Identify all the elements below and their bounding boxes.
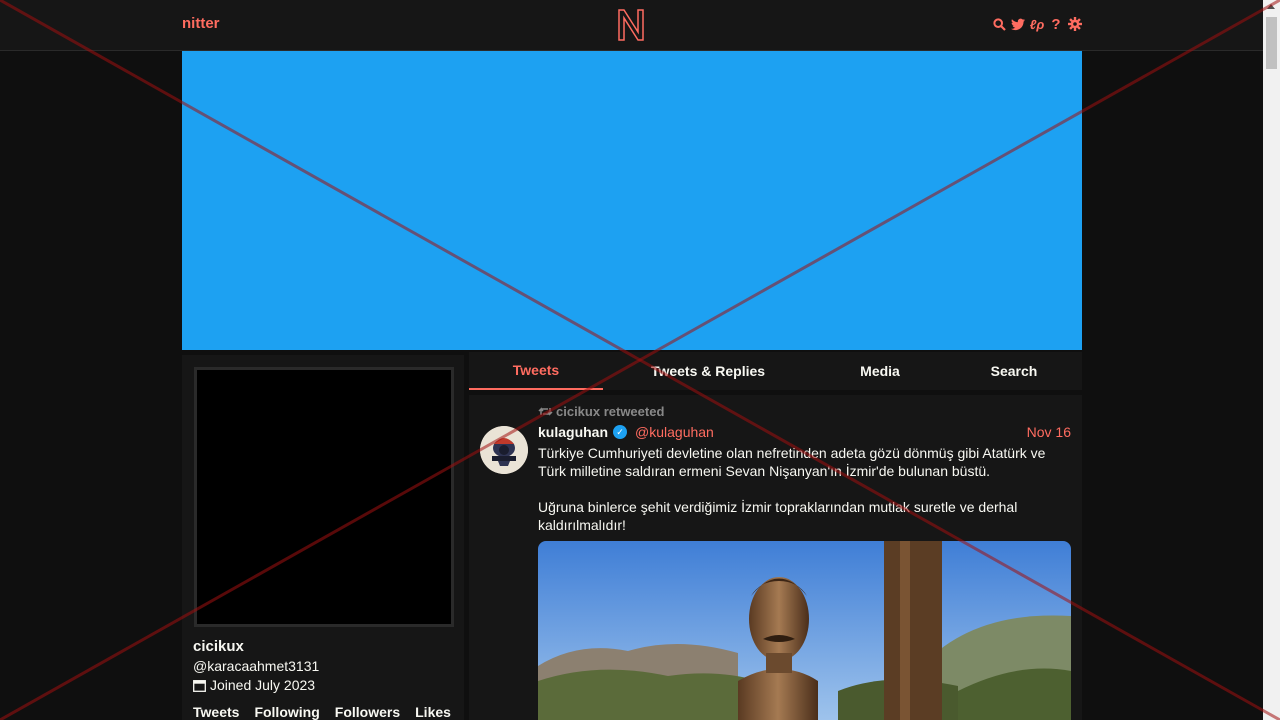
tab-media[interactable]: Media (841, 352, 919, 390)
scroll-up-arrow-icon[interactable] (1267, 4, 1275, 9)
profile-avatar[interactable] (194, 367, 454, 627)
timeline: cicikux retweeted kulaguhan ✓ @kulaguhan… (469, 395, 1082, 720)
help-icon[interactable]: ? (1049, 16, 1063, 33)
stat-likes-label[interactable]: Likes (415, 704, 451, 720)
gear-icon[interactable] (1068, 16, 1082, 32)
tab-tweets[interactable]: Tweets (469, 352, 603, 390)
tweet-header: kulaguhan ✓ @kulaguhan (538, 424, 714, 440)
profile-username[interactable]: @karacaahmet3131 (193, 658, 319, 674)
profile-stats: Tweets Following Followers Likes (193, 704, 451, 720)
scrollbar[interactable] (1263, 0, 1280, 720)
profile-joindate-text: Joined July 2023 (210, 677, 316, 693)
twitter-bird-icon[interactable] (1011, 16, 1025, 32)
nav-brand-link[interactable]: nitter (182, 15, 220, 32)
retweet-header: cicikux retweeted (538, 404, 664, 419)
stat-followers-label[interactable]: Followers (335, 704, 400, 720)
tweet-image[interactable] (538, 541, 1071, 720)
stat-tweets-label[interactable]: Tweets (193, 704, 239, 720)
tweet-avatar[interactable] (480, 426, 528, 474)
retweet-icon (538, 407, 553, 416)
verified-badge-icon: ✓ (613, 425, 628, 439)
tweet-paragraph: Uğruna binlerce şehit verdiğimiz İzmir t… (538, 499, 1018, 533)
rss-icon[interactable]: ℓρ (1030, 16, 1045, 32)
scrollbar-thumb[interactable] (1266, 17, 1277, 69)
stat-following-label[interactable]: Following (254, 704, 319, 720)
calendar-icon (193, 679, 206, 692)
nav-icons: ℓρ ? (992, 16, 1082, 33)
tab-tweets-replies[interactable]: Tweets & Replies (629, 352, 787, 390)
tweet-paragraph: Türkiye Cumhuriyeti devletine olan nefre… (538, 445, 1046, 479)
tab-search[interactable]: Search (974, 352, 1054, 390)
profile-fullname[interactable]: cicikux (193, 638, 244, 655)
timeline-tabs: Tweets Tweets & Replies Media Search (469, 352, 1082, 390)
retweet-header-text: cicikux retweeted (556, 404, 665, 419)
tweet-username[interactable]: @kulaguhan (635, 424, 714, 440)
tweet-date[interactable]: Nov 16 (1027, 424, 1071, 440)
profile-joindate: Joined July 2023 (193, 677, 315, 693)
search-icon[interactable] (992, 16, 1006, 32)
profile-card: cicikux @karacaahmet3131 Joined July 202… (182, 355, 464, 720)
navbar: nitter ℓρ ? (0, 0, 1263, 51)
profile-banner[interactable] (182, 51, 1082, 350)
tweet-content: Türkiye Cumhuriyeti devletine olan nefre… (538, 444, 1068, 534)
nitter-logo-icon[interactable] (616, 8, 646, 42)
tweet-fullname[interactable]: kulaguhan (538, 424, 608, 440)
